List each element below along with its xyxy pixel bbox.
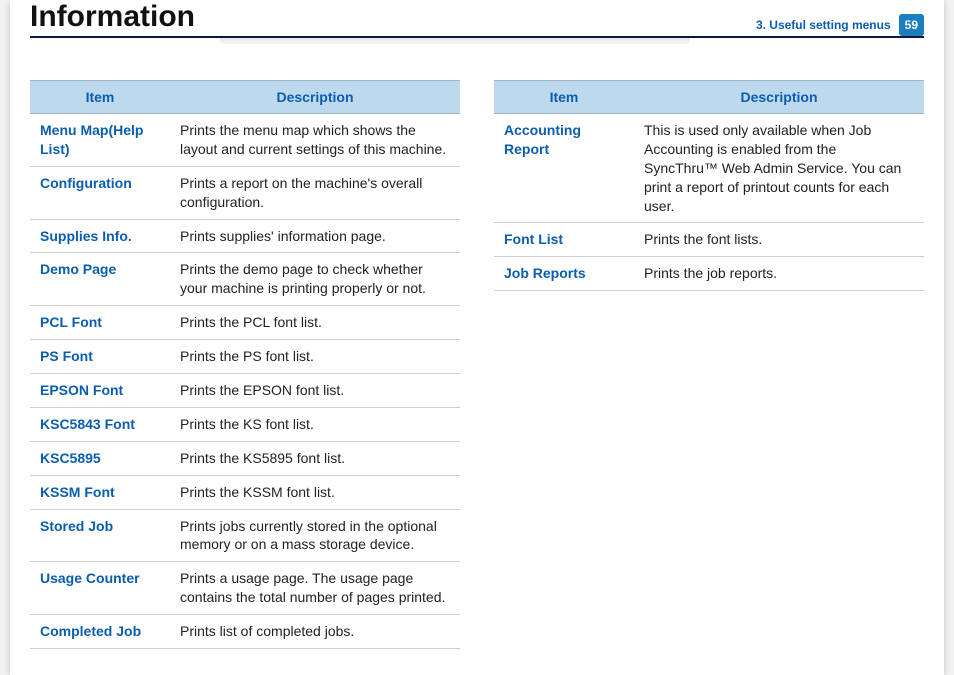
table-header-row: Item Description xyxy=(494,81,924,114)
cell-item: KSC5895 xyxy=(30,441,170,475)
cell-item: KSSM Font xyxy=(30,475,170,509)
right-column: Item Description Accounting ReportThis i… xyxy=(494,80,924,649)
cell-description: Prints list of completed jobs. xyxy=(170,615,460,649)
col-header-item: Item xyxy=(30,81,170,114)
table-row: KSC5895Prints the KS5895 font list. xyxy=(30,441,460,475)
table-header-row: Item Description xyxy=(30,81,460,114)
page: Information 3. Useful setting menus 59 I… xyxy=(10,0,944,675)
col-header-description: Description xyxy=(170,81,460,114)
col-header-description: Description xyxy=(634,81,924,114)
cell-item: Accounting Report xyxy=(494,114,634,223)
cell-item: KSC5843 Font xyxy=(30,407,170,441)
page-number-badge: 59 xyxy=(899,14,924,36)
tab-shadow-decoration xyxy=(220,38,690,44)
cell-description: Prints the demo page to check whether yo… xyxy=(170,253,460,306)
cell-item: Font List xyxy=(494,223,634,257)
information-table-left: Item Description Menu Map(Help List)Prin… xyxy=(30,80,460,649)
table-row: PCL FontPrints the PCL font list. xyxy=(30,306,460,340)
cell-item: Configuration xyxy=(30,166,170,219)
table-row: Stored JobPrints jobs currently stored i… xyxy=(30,509,460,562)
cell-description: Prints the font lists. xyxy=(634,223,924,257)
left-table-body: Menu Map(Help List)Prints the menu map w… xyxy=(30,114,460,649)
table-row: PS FontPrints the PS font list. xyxy=(30,340,460,374)
left-column: Item Description Menu Map(Help List)Prin… xyxy=(30,80,460,649)
table-row: ConfigurationPrints a report on the mach… xyxy=(30,166,460,219)
table-row: Font ListPrints the font lists. xyxy=(494,223,924,257)
cell-description: This is used only available when Job Acc… xyxy=(634,114,924,223)
cell-description: Prints jobs currently stored in the opti… xyxy=(170,509,460,562)
table-row: KSC5843 FontPrints the KS font list. xyxy=(30,407,460,441)
table-row: Accounting ReportThis is used only avail… xyxy=(494,114,924,223)
cell-item: EPSON Font xyxy=(30,374,170,408)
col-header-item: Item xyxy=(494,81,634,114)
cell-description: Prints the KS5895 font list. xyxy=(170,441,460,475)
cell-description: Prints the PCL font list. xyxy=(170,306,460,340)
cell-item: PCL Font xyxy=(30,306,170,340)
table-row: Job ReportsPrints the job reports. xyxy=(494,257,924,291)
breadcrumb: 3. Useful setting menus 59 xyxy=(756,14,924,36)
cell-description: Prints the menu map which shows the layo… xyxy=(170,114,460,167)
table-row: KSSM FontPrints the KSSM font list. xyxy=(30,475,460,509)
right-table-body: Accounting ReportThis is used only avail… xyxy=(494,114,924,291)
cell-item: Completed Job xyxy=(30,615,170,649)
cell-description: Prints the KS font list. xyxy=(170,407,460,441)
cell-description: Prints a usage page. The usage page cont… xyxy=(170,562,460,615)
information-table-right: Item Description Accounting ReportThis i… xyxy=(494,80,924,291)
cell-item: Stored Job xyxy=(30,509,170,562)
cell-item: PS Font xyxy=(30,340,170,374)
cell-description: Prints supplies' information page. xyxy=(170,219,460,253)
table-row: Menu Map(Help List)Prints the menu map w… xyxy=(30,114,460,167)
table-row: Completed JobPrints list of completed jo… xyxy=(30,615,460,649)
cell-description: Prints the job reports. xyxy=(634,257,924,291)
cell-item: Supplies Info. xyxy=(30,219,170,253)
table-row: EPSON FontPrints the EPSON font list. xyxy=(30,374,460,408)
cell-description: Prints the PS font list. xyxy=(170,340,460,374)
cell-description: Prints the EPSON font list. xyxy=(170,374,460,408)
cell-item: Usage Counter xyxy=(30,562,170,615)
table-row: Supplies Info.Prints supplies' informati… xyxy=(30,219,460,253)
cell-description: Prints the KSSM font list. xyxy=(170,475,460,509)
cell-item: Job Reports xyxy=(494,257,634,291)
table-row: Demo PagePrints the demo page to check w… xyxy=(30,253,460,306)
chapter-label: 3. Useful setting menus xyxy=(756,18,891,32)
cell-item: Demo Page xyxy=(30,253,170,306)
cell-item: Menu Map(Help List) xyxy=(30,114,170,167)
cell-description: Prints a report on the machine's overall… xyxy=(170,166,460,219)
table-row: Usage CounterPrints a usage page. The us… xyxy=(30,562,460,615)
page-title: Information xyxy=(30,0,205,34)
content-columns: Item Description Menu Map(Help List)Prin… xyxy=(30,80,924,649)
